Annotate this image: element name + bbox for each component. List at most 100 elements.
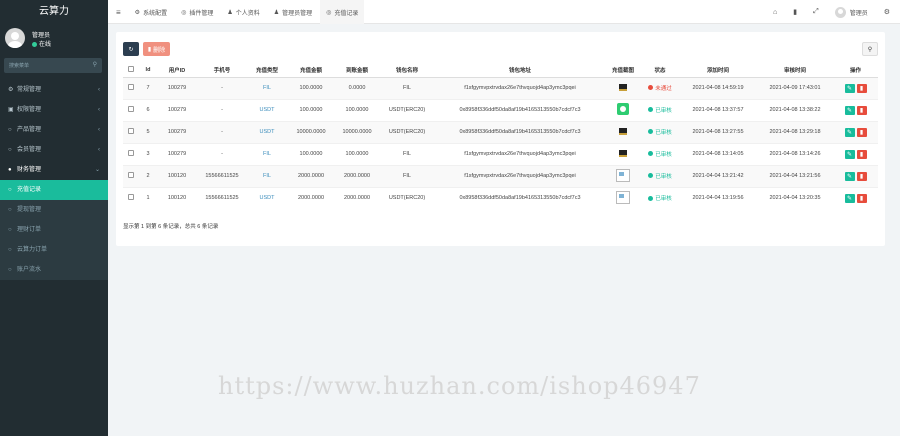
edit-button[interactable]: ✎ bbox=[844, 127, 855, 137]
cell-wallet: USDT(ERC20) bbox=[379, 120, 435, 143]
table-row[interactable]: 6 100279- USDT 100.0000 100.0000 USDT(ERC20) 0… bbox=[123, 98, 878, 121]
col-added[interactable]: 添加时间 bbox=[679, 64, 757, 78]
col-phone[interactable]: 手机号 bbox=[197, 64, 247, 78]
sidebar-item-recharge-records[interactable]: ○ 充值记录 bbox=[0, 180, 108, 200]
cell-type[interactable]: USDT bbox=[247, 120, 287, 143]
col-id[interactable]: Id bbox=[139, 64, 157, 78]
delete-button[interactable]: ▮ 删除 bbox=[143, 42, 170, 56]
topbar-user-menu[interactable]: 管理员 bbox=[834, 6, 868, 18]
gear-icon: ⚙ bbox=[134, 9, 141, 16]
col-type[interactable]: 充值类型 bbox=[247, 64, 287, 78]
status-badge: 已审核 bbox=[655, 173, 672, 180]
cell-type[interactable]: FIL bbox=[247, 142, 287, 165]
trash-icon: ▮ bbox=[147, 46, 152, 53]
cell-screenshot[interactable] bbox=[605, 186, 641, 209]
cell-added-time: 2021-04-08 14:59:19 bbox=[679, 76, 757, 99]
cell-received: 2000.0000 bbox=[335, 186, 379, 209]
tab-label: 系统配置 bbox=[143, 10, 168, 17]
cell-amount: 100.0000 bbox=[287, 76, 335, 99]
tab-admin-manage[interactable]: ♟ 管理员管理 bbox=[274, 0, 312, 24]
row-checkbox[interactable] bbox=[123, 186, 139, 209]
row-delete-button[interactable]: ▮ bbox=[856, 83, 867, 93]
search-icon[interactable]: ⚲ bbox=[93, 61, 97, 68]
tab-profile[interactable]: ♟ 个人资料 bbox=[227, 0, 259, 24]
cell-amount: 10000.0000 bbox=[287, 120, 335, 143]
sidebar-item-wealth-orders[interactable]: ○ 理财订单 bbox=[0, 220, 108, 240]
row-checkbox[interactable] bbox=[123, 164, 139, 187]
settings-icon[interactable]: ⚙ bbox=[884, 8, 890, 16]
tab-recharge-records[interactable]: ◎ 充值记录 bbox=[320, 0, 365, 24]
col-address[interactable]: 钱包地址 bbox=[435, 64, 605, 78]
cell-type[interactable]: USDT bbox=[247, 186, 287, 209]
cell-type[interactable]: FIL bbox=[247, 76, 287, 99]
menu-search-input[interactable]: 搜索菜单 ⚲ bbox=[4, 58, 102, 73]
status-dot-icon bbox=[648, 85, 654, 91]
col-user-id[interactable]: 用户ID bbox=[157, 64, 197, 78]
row-delete-button[interactable]: ▮ bbox=[856, 127, 867, 137]
sidebar-item-account-flow[interactable]: ○ 账户流水 bbox=[0, 260, 108, 280]
row-checkbox[interactable] bbox=[123, 120, 139, 143]
screenshot-thumbnail[interactable] bbox=[619, 83, 627, 91]
sidebar-item-permissions[interactable]: ▣ 权限管理 ‹ bbox=[0, 100, 108, 120]
cell-screenshot[interactable] bbox=[605, 164, 641, 187]
cell-screenshot[interactable] bbox=[605, 98, 641, 121]
edit-button[interactable]: ✎ bbox=[844, 149, 855, 159]
col-reviewed[interactable]: 审核时间 bbox=[757, 64, 833, 78]
sidebar-item-withdrawals[interactable]: ○ 提现管理 bbox=[0, 200, 108, 220]
row-checkbox[interactable] bbox=[123, 76, 139, 99]
col-received[interactable]: 到账金额 bbox=[335, 64, 379, 78]
cell-reviewed-time: 2021-04-08 13:38:22 bbox=[757, 98, 833, 121]
col-status[interactable]: 状态 bbox=[641, 64, 679, 78]
edit-button[interactable]: ✎ bbox=[844, 193, 855, 203]
edit-button[interactable]: ✎ bbox=[844, 171, 855, 181]
table-row[interactable]: 3 100279- FIL 100.0000 100.0000 FIL f1sfgymvpx… bbox=[123, 142, 878, 165]
row-delete-button[interactable]: ▮ bbox=[856, 193, 867, 203]
row-delete-button[interactable]: ▮ bbox=[856, 105, 867, 115]
col-amount[interactable]: 充值金额 bbox=[287, 64, 335, 78]
table-row[interactable]: 1 100120 15566611525 USDT 2000.0000 2000.0000… bbox=[123, 186, 878, 209]
tab-system-config[interactable]: ⚙ 系统配置 bbox=[135, 0, 167, 24]
row-checkbox[interactable] bbox=[123, 142, 139, 165]
fullscreen-icon[interactable]: ⤢ bbox=[813, 8, 819, 16]
screenshot-thumbnail[interactable] bbox=[619, 149, 627, 157]
row-delete-button[interactable]: ▮ bbox=[856, 171, 867, 181]
sidebar-item-members[interactable]: ○ 会员管理 ‹ bbox=[0, 140, 108, 160]
refresh-button[interactable]: ↻ bbox=[123, 42, 139, 56]
sidebar-item-cloud-orders[interactable]: ○ 云算力订单 bbox=[0, 240, 108, 260]
table-row[interactable]: 5 100279- USDT 10000.0000 10000.0000 USDT(ERC… bbox=[123, 120, 878, 143]
screenshot-thumbnail[interactable] bbox=[619, 127, 627, 135]
sidebar-item-general[interactable]: ⚙ 常规管理 ‹ bbox=[0, 80, 108, 100]
sidebar-item-finance[interactable]: ● 财务管理 ⌄ bbox=[0, 160, 108, 180]
row-checkbox[interactable] bbox=[123, 98, 139, 121]
row-delete-button[interactable]: ▮ bbox=[856, 149, 867, 159]
select-all-checkbox[interactable] bbox=[123, 64, 139, 78]
screenshot-thumbnail[interactable] bbox=[616, 190, 630, 204]
search-toggle-button[interactable]: ⚲ bbox=[862, 42, 878, 56]
home-icon[interactable]: ⌂ bbox=[773, 9, 777, 16]
cell-reviewed-time: 2021-04-04 13:20:35 bbox=[757, 186, 833, 209]
table-row[interactable]: 2 100120 15566611525 FIL 2000.0000 2000.0000 F… bbox=[123, 164, 878, 187]
menu-toggle-icon[interactable]: ≡ bbox=[116, 8, 121, 17]
cell-type[interactable]: FIL bbox=[247, 164, 287, 187]
app-logo[interactable]: 云算力 bbox=[0, 0, 108, 24]
cell-screenshot[interactable] bbox=[605, 142, 641, 165]
sidebar-item-products[interactable]: ○ 产品管理 ‹ bbox=[0, 120, 108, 140]
cell-id: 3 bbox=[139, 142, 157, 165]
edit-button[interactable]: ✎ bbox=[844, 83, 855, 93]
pencil-icon: ✎ bbox=[846, 173, 853, 180]
col-wallet[interactable]: 钱包名称 bbox=[379, 64, 435, 78]
cell-id: 6 bbox=[139, 98, 157, 121]
screenshot-thumbnail[interactable] bbox=[617, 103, 629, 115]
user-icon: ♟ bbox=[273, 9, 280, 16]
screenshot-thumbnail[interactable] bbox=[616, 168, 630, 182]
col-screenshot[interactable]: 充值截图 bbox=[605, 64, 641, 78]
trash-icon[interactable]: ▮ bbox=[793, 8, 797, 16]
group-icon: ▣ bbox=[8, 107, 14, 113]
tab-plugins[interactable]: ◎ 插件管理 bbox=[181, 0, 213, 24]
cell-screenshot[interactable] bbox=[605, 76, 641, 99]
delete-label: 删除 bbox=[153, 47, 166, 54]
cell-screenshot[interactable] bbox=[605, 120, 641, 143]
table-row[interactable]: 7 100279- FIL 100.0000 0.0000 FIL f1sfgymvpxtr… bbox=[123, 76, 878, 99]
edit-button[interactable]: ✎ bbox=[844, 105, 855, 115]
cell-type[interactable]: USDT bbox=[247, 98, 287, 121]
